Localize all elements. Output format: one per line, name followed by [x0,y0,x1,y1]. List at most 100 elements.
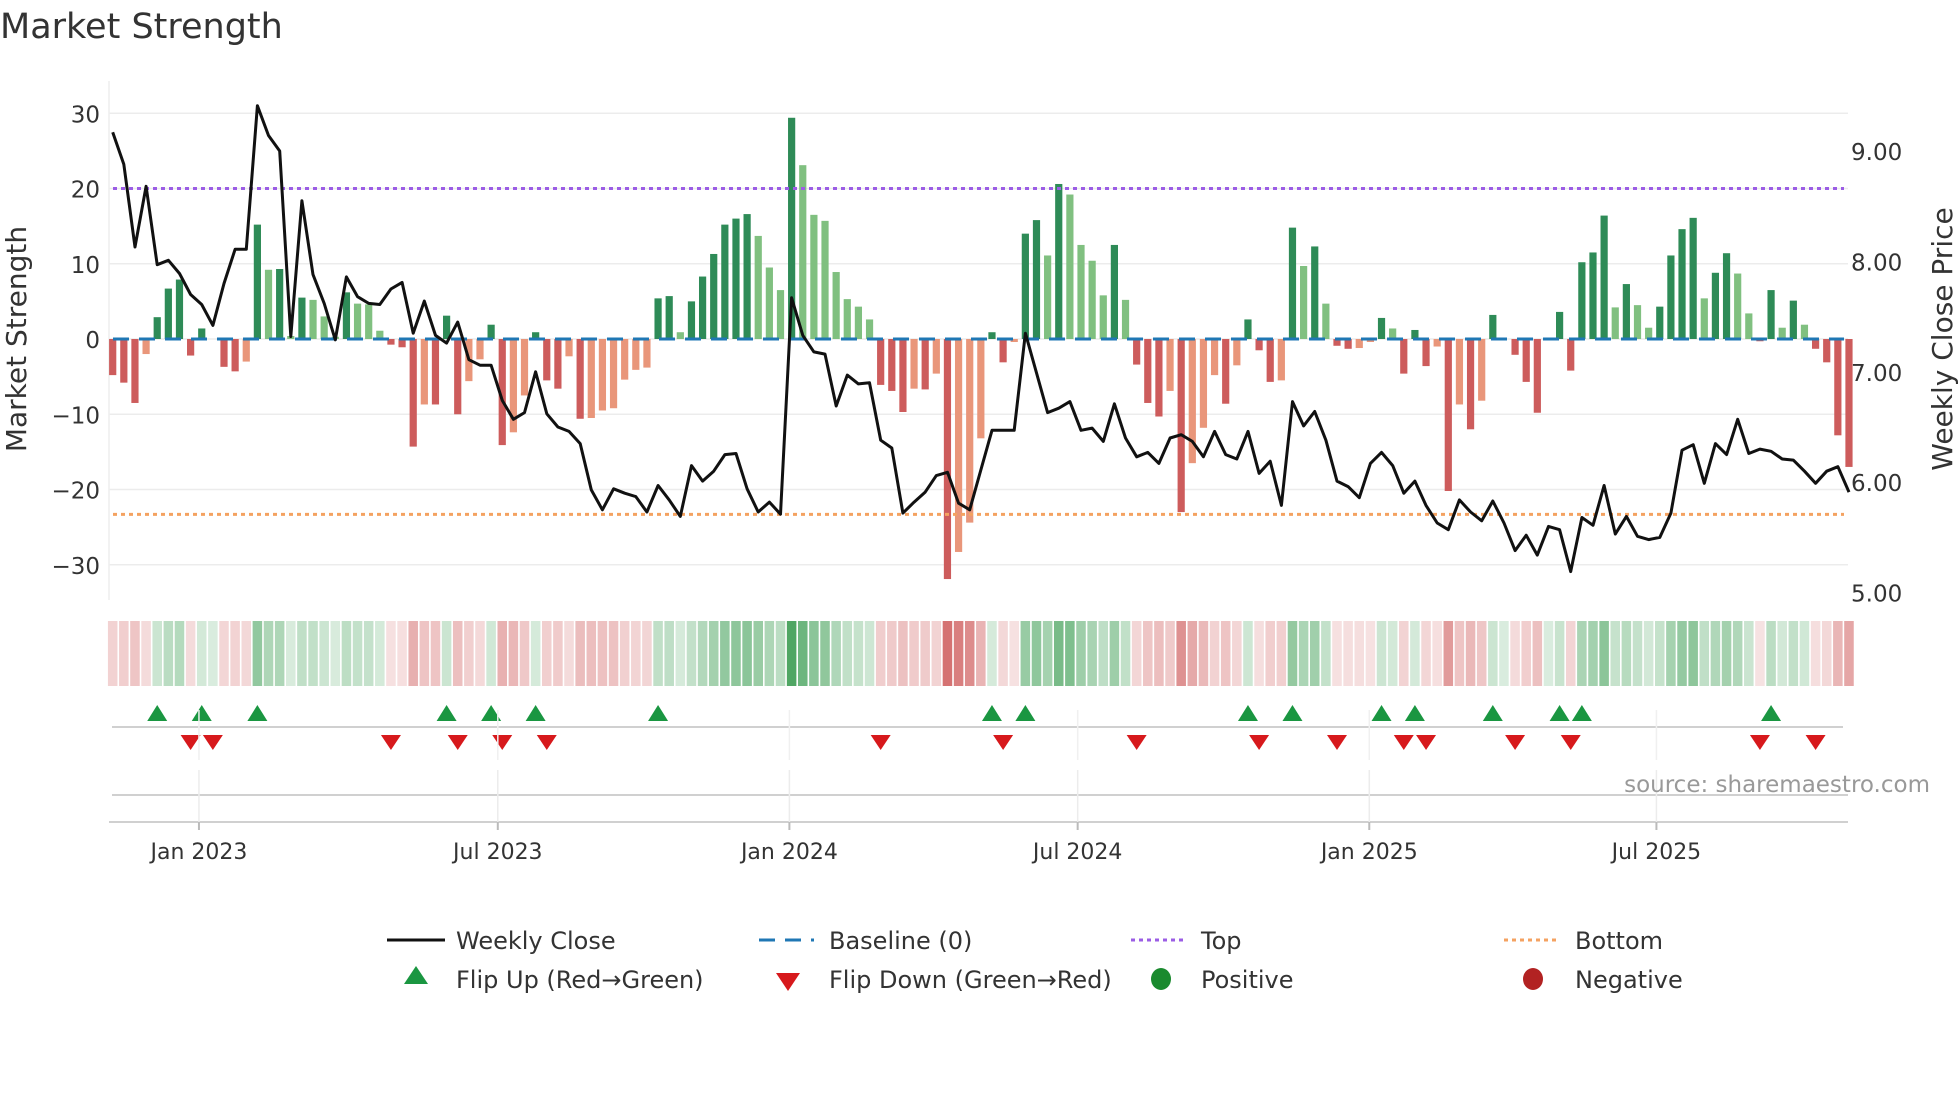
heat-cell [263,621,274,686]
heat-cell [875,621,886,686]
strength-bar [899,339,907,412]
flip-up-marker [436,705,457,721]
strength-bar [1645,327,1653,339]
strength-bar [1622,284,1630,339]
strength-bar [242,339,250,362]
heat-cell [1532,621,1543,686]
strength-bar [1511,339,1519,355]
flip-up-marker [1482,705,1503,721]
x-tick-label: Jan 2024 [739,840,838,865]
strength-bar [198,328,206,339]
heat-cell [931,621,942,686]
strength-bar [264,269,273,339]
heat-cell [1744,621,1754,686]
flip-down-marker [1249,735,1270,750]
flip-down-marker [202,735,223,750]
y2-axis-label: Weekly Close Price [1926,207,1959,470]
heat-cell [686,621,697,686]
strength-bar [142,339,150,355]
heat-cell [697,621,708,686]
heat-cell [1020,621,1031,686]
strength-bar [1099,295,1107,339]
legend-top: Top [1200,927,1242,955]
left-axis-ticks: 30 20 10 0 −10 −20 −30 [51,102,100,580]
strength-bar [1300,266,1308,339]
heat-cell [1031,621,1042,686]
heat-cell [1777,621,1787,686]
strength-bar [1377,317,1386,339]
strength-bar [120,339,128,383]
heat-cell [1321,621,1331,686]
heat-cell [1599,621,1609,686]
flip-down-marker [993,735,1014,750]
chart-title: Market Strength [0,7,283,47]
strength-bar [1311,246,1319,339]
strength-bar [1567,339,1575,371]
heat-cell [408,621,418,686]
heat-cell [1209,621,1220,686]
heat-cell [653,621,663,686]
heat-cell [1387,621,1398,686]
strength-bar [1823,339,1831,363]
strength-bar [353,303,362,339]
triangle-down-icon [776,973,800,991]
flip-up-marker [147,705,168,721]
heat-cell [1220,621,1231,686]
y-tick-label: 10 [71,253,100,279]
x-tick-label: Jul 2024 [1031,840,1123,865]
flip-up-marker [247,705,268,721]
heat-cell [297,621,307,686]
heat-cell [976,621,986,686]
strength-bar [832,272,840,339]
heat-cell [130,621,140,686]
heat-cell [1766,621,1776,686]
heat-cell [1053,621,1064,686]
flip-down-marker [1126,735,1147,750]
strength-bar [1489,314,1497,339]
heat-cell [820,621,830,686]
heat-cell [753,621,764,686]
legend-bottom: Bottom [1575,927,1663,955]
heat-cell [1788,621,1799,686]
strength-bar [1834,339,1842,436]
strength-bar [1133,339,1141,365]
flip-down-marker [1505,735,1526,750]
strength-bar [1600,215,1608,339]
heat-cell [1265,621,1275,686]
y-tick-label: 0 [85,328,100,354]
heat-cell [1120,621,1131,686]
strength-bar [598,339,607,411]
strength-bar [954,339,963,552]
heat-cell [1499,621,1509,686]
heat-cell [141,621,151,686]
heat-cell [909,621,919,686]
heat-cell [1543,621,1554,686]
strength-bar [409,339,417,447]
strength-bar [153,317,161,339]
flip-down-marker [180,735,201,750]
heat-cell [286,621,296,686]
strength-bar [587,339,595,419]
strength-bar [1389,328,1397,339]
x-tick-label: Jul 2023 [451,840,543,865]
strength-bar [943,339,952,580]
heat-cell [196,621,207,686]
strength-bar [1700,298,1708,339]
heat-cell [452,621,463,686]
strength-bar [1455,339,1464,405]
flip-down-marker [536,735,557,750]
legend-weekly-close: Weekly Close [456,927,616,955]
heat-cell [252,621,263,686]
strength-bar [109,339,117,376]
heat-cell [219,621,229,686]
heat-cell [1721,621,1732,686]
strength-bar [1055,183,1063,339]
heat-cell [1354,621,1365,686]
heat-cell [597,621,608,686]
heat-cell [1432,621,1442,686]
strength-bar [1711,272,1720,339]
heat-cell [1309,621,1320,686]
strength-bar [1466,339,1475,430]
strength-bar [1722,253,1731,339]
flip-up-marker [1237,705,1258,721]
